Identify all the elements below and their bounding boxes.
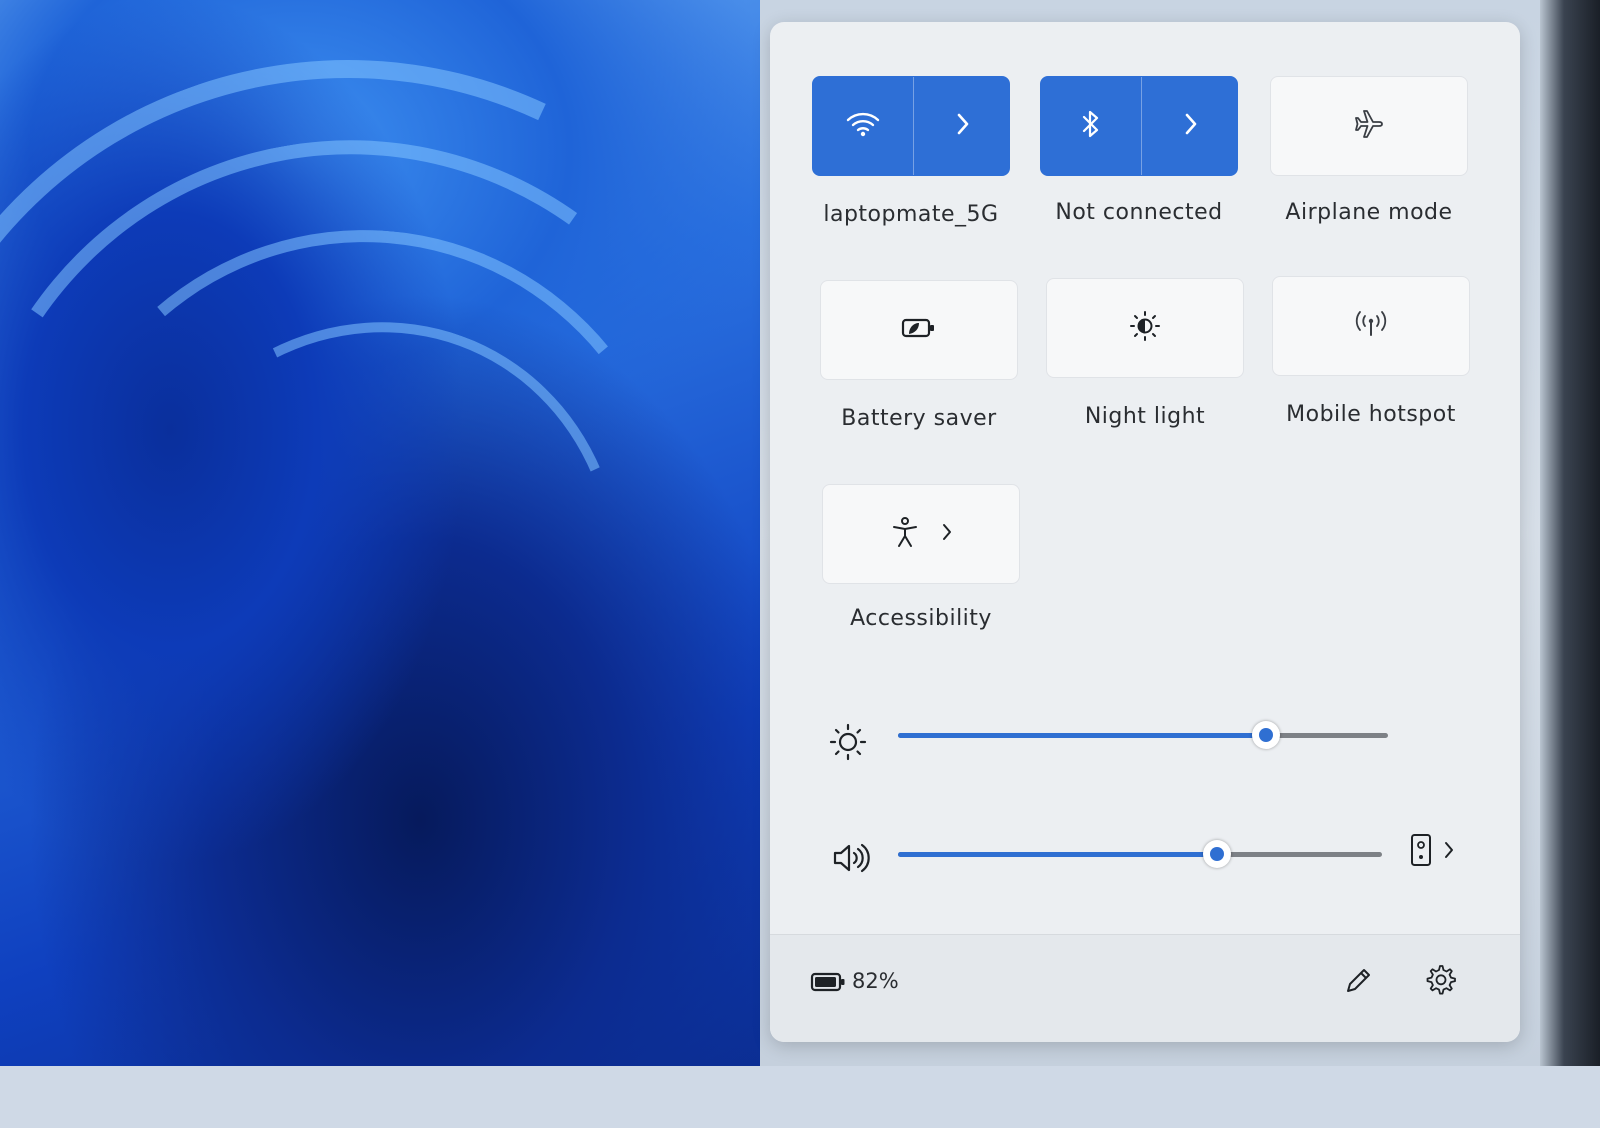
mobile-hotspot-tile[interactable] (1272, 276, 1470, 376)
speaker-icon[interactable] (828, 838, 872, 878)
bluetooth-expand-button[interactable] (1141, 77, 1240, 175)
accessibility-label: Accessibility (850, 606, 992, 631)
bluetooth-toggle[interactable] (1041, 77, 1140, 175)
battery-saver-tile[interactable] (820, 280, 1018, 380)
accessibility-tile[interactable] (822, 484, 1020, 584)
wifi-icon (845, 109, 881, 143)
chevron-right-icon (1443, 840, 1455, 864)
quick-settings-panel: laptopmate_5G Not connected Airplane mod… (770, 22, 1520, 1042)
wifi-tile (812, 76, 1010, 176)
night-light-label: Night light (1084, 404, 1206, 429)
wifi-label: laptopmate_5G (823, 202, 999, 227)
night-light-icon (1128, 309, 1162, 347)
gear-icon[interactable] (1420, 959, 1460, 999)
audio-device-icon (1409, 833, 1433, 871)
battery-saver-icon (899, 314, 939, 346)
bluetooth-label: Not connected (1055, 200, 1223, 225)
airplane-icon (1352, 107, 1386, 145)
battery-saver-label: Battery saver (841, 406, 997, 431)
mobile-hotspot-label: Mobile hotspot (1286, 402, 1456, 427)
bluetooth-icon (1079, 107, 1103, 145)
quick-settings-footer: 82% (770, 934, 1520, 1042)
accessibility-icon (889, 515, 921, 553)
hotspot-icon (1353, 308, 1389, 344)
audio-output-button[interactable] (1402, 830, 1462, 874)
screen-bezel (1540, 0, 1600, 1066)
brightness-slider-thumb[interactable] (1252, 721, 1280, 749)
brightness-slider-fill (898, 733, 1266, 738)
wifi-expand-button[interactable] (913, 77, 1012, 175)
chevron-right-icon (955, 111, 971, 141)
volume-slider[interactable] (898, 840, 1382, 868)
pencil-icon[interactable] (1338, 961, 1378, 1001)
brightness-icon (826, 720, 870, 764)
battery-percentage: 82% (852, 969, 899, 993)
wifi-toggle[interactable] (813, 77, 912, 175)
chevron-right-icon (1183, 111, 1199, 141)
airplane-mode-label: Airplane mode (1285, 200, 1453, 225)
chevron-right-icon (941, 522, 953, 546)
airplane-mode-tile[interactable] (1270, 76, 1468, 176)
bluetooth-tile (1040, 76, 1238, 176)
volume-slider-fill (898, 852, 1217, 857)
battery-icon[interactable] (808, 967, 848, 997)
brightness-slider[interactable] (898, 721, 1388, 749)
night-light-tile[interactable] (1046, 278, 1244, 378)
volume-slider-thumb[interactable] (1203, 840, 1231, 868)
